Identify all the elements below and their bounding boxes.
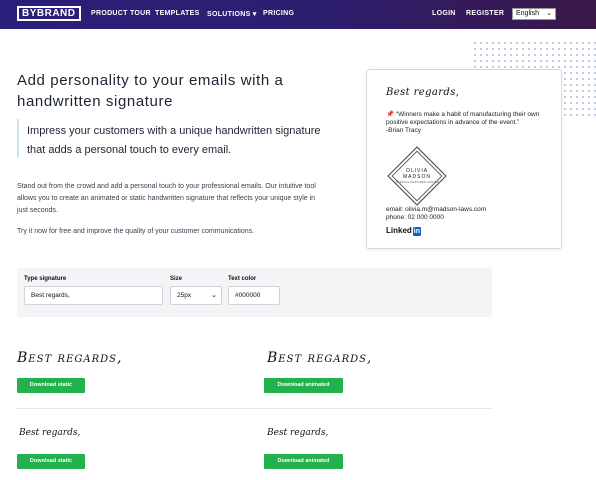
- static-signature-preview-large: Best regards,: [17, 350, 123, 366]
- text-color-label: Text color: [228, 276, 257, 282]
- download-animated-button[interactable]: Download animated: [264, 454, 343, 469]
- cta-paragraph: Try it now for free and improve the qual…: [17, 228, 255, 235]
- animated-signature-preview-large: Best regards,: [267, 350, 370, 366]
- quote-accent-bar: [17, 119, 19, 157]
- type-signature-label: Type signature: [24, 276, 67, 282]
- card-quote-author: -Brian Tracy: [386, 127, 422, 134]
- pushpin-icon: 📌: [386, 111, 395, 118]
- linkedin-icon[interactable]: Linked in: [386, 226, 422, 236]
- card-handwritten-signature: Best regards,: [386, 87, 460, 98]
- download-static-button[interactable]: Download static: [17, 454, 85, 469]
- static-signature-preview-small: Best regards,: [19, 428, 81, 438]
- card-phone: phone: 02 000 0000: [386, 214, 444, 221]
- page-title: Add personality to your emails with a ha…: [17, 72, 284, 110]
- size-label: Size: [170, 276, 183, 282]
- language-value: English: [516, 10, 539, 17]
- section-divider: [17, 408, 492, 409]
- logo-name: OLIVIA MADSON: [387, 168, 447, 180]
- animated-signature-preview-small: Best regards,: [267, 428, 329, 438]
- card-quote-text: “Winners make a habit of manufacturing t…: [386, 111, 540, 126]
- intro-paragraph: Stand out from the crowd and add a perso…: [17, 183, 316, 214]
- company-logo: OLIVIA MADSON INTERNAL DESIGNER CENTER: [387, 146, 447, 206]
- size-select[interactable]: 25px ⌄: [170, 286, 222, 305]
- logo-subtitle: INTERNAL DESIGNER CENTER: [394, 181, 440, 184]
- nav-templates[interactable]: TEMPLATES: [155, 10, 200, 17]
- download-static-button[interactable]: Download static: [17, 378, 85, 393]
- card-contact-info: email: olivia.m@madson-laws.com phone: 0…: [386, 206, 486, 222]
- signature-preview-card: Best regards, 📌 “Winners make a habit of…: [366, 69, 562, 249]
- download-animated-button[interactable]: Download animated: [264, 378, 343, 393]
- hero-quote: Impress your customers with a unique han…: [27, 125, 321, 156]
- chevron-down-icon: ⌄: [546, 10, 552, 17]
- nav-register[interactable]: REGISTER: [466, 10, 504, 17]
- type-signature-input[interactable]: Best regards,: [24, 286, 163, 305]
- bybrand-logo[interactable]: BYBRAND: [17, 6, 81, 21]
- nav-login[interactable]: LOGIN: [432, 10, 456, 17]
- card-email: email: olivia.m@madson-laws.com: [386, 206, 487, 213]
- signature-controls: Type signature Best regards, Size 25px ⌄…: [17, 268, 492, 317]
- nav-product-tour[interactable]: PRODUCT TOUR: [91, 10, 151, 17]
- nav-pricing[interactable]: PRICING: [263, 10, 294, 17]
- top-navigation: BYBRAND PRODUCT TOUR TEMPLATES SOLUTIONS…: [0, 0, 596, 29]
- type-signature-value: Best regards,: [31, 292, 70, 299]
- language-select[interactable]: English ⌄: [512, 8, 556, 20]
- linkedin-wordmark: Linked: [386, 226, 412, 235]
- text-color-value: #000000: [235, 292, 261, 299]
- logo-name-line2: MADSON: [403, 174, 431, 180]
- nav-solutions[interactable]: SOLUTIONS ▾: [207, 10, 257, 18]
- card-quote: 📌 “Winners make a habit of manufacturing…: [386, 111, 556, 135]
- linkedin-badge: in: [412, 227, 422, 236]
- text-color-input[interactable]: #000000: [228, 286, 280, 305]
- size-value: 25px: [177, 292, 192, 299]
- chevron-down-icon: ⌄: [211, 292, 217, 299]
